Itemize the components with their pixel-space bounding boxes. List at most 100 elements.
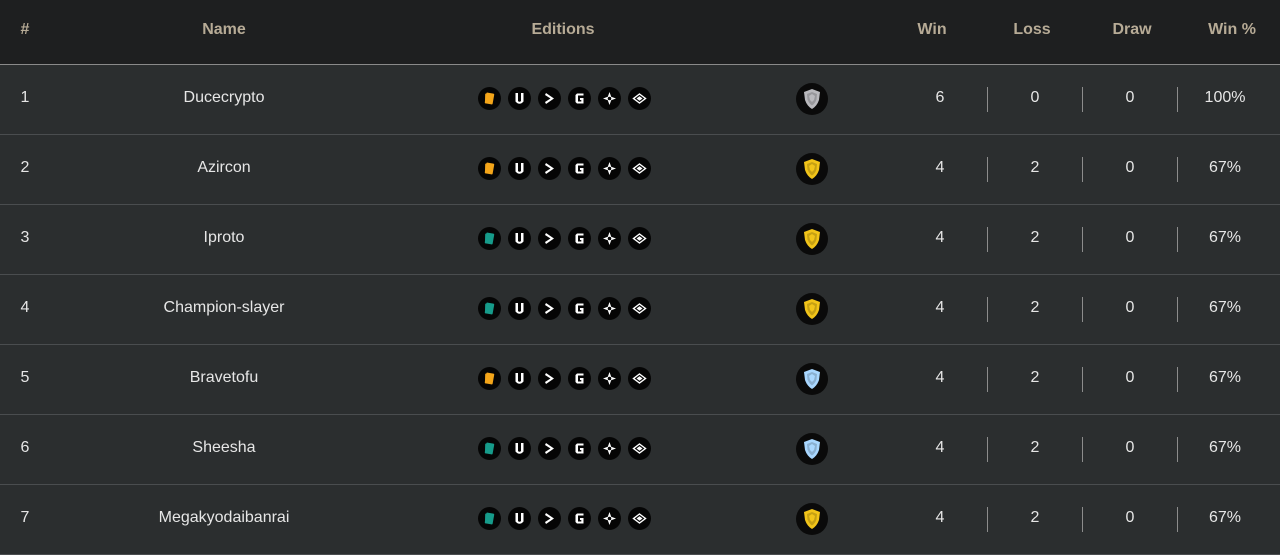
header-loss[interactable]: Loss: [1013, 21, 1050, 39]
loss-count: 0: [1030, 89, 1040, 106]
editions-group: [478, 367, 651, 390]
untamed-icon[interactable]: [508, 87, 531, 110]
deck-icon[interactable]: [478, 437, 501, 460]
untamed-icon[interactable]: [508, 227, 531, 250]
promo-icon[interactable]: [628, 227, 651, 250]
table-row[interactable]: 2 Azircon 4 2 0 67%: [0, 135, 1280, 205]
player-name[interactable]: Ducecrypto: [184, 89, 265, 107]
column-divider: [1177, 437, 1178, 462]
untamed-icon[interactable]: [508, 367, 531, 390]
chaos-icon[interactable]: [538, 87, 561, 110]
untamed-icon[interactable]: [508, 297, 531, 320]
riftwatchers-icon[interactable]: [598, 437, 621, 460]
column-divider: [1177, 87, 1178, 112]
gold-league-icon[interactable]: [796, 153, 828, 185]
promo-icon[interactable]: [628, 367, 651, 390]
column-divider: [1177, 367, 1178, 392]
deck-icon[interactable]: [478, 87, 501, 110]
header-win-pct[interactable]: Win %: [1208, 21, 1256, 39]
untamed-icon[interactable]: [508, 437, 531, 460]
draw-count: 0: [1125, 369, 1135, 386]
draw-count: 0: [1125, 509, 1135, 526]
column-divider: [987, 507, 988, 532]
untamed-icon[interactable]: [508, 157, 531, 180]
editions-group: [478, 157, 651, 180]
gladius-icon[interactable]: [568, 297, 591, 320]
gladius-icon[interactable]: [568, 367, 591, 390]
column-divider: [1177, 297, 1178, 322]
player-name[interactable]: Megakyodaibanrai: [159, 509, 290, 527]
gold-league-icon[interactable]: [796, 223, 828, 255]
loss-count: 2: [1030, 439, 1040, 456]
win-percentage: 67%: [1208, 299, 1242, 316]
chaos-icon[interactable]: [538, 157, 561, 180]
rank-cell: 2: [20, 159, 30, 176]
header-draw[interactable]: Draw: [1112, 21, 1151, 39]
player-name[interactable]: Iproto: [204, 229, 245, 247]
riftwatchers-icon[interactable]: [598, 227, 621, 250]
riftwatchers-icon[interactable]: [598, 507, 621, 530]
chaos-icon[interactable]: [538, 507, 561, 530]
player-name[interactable]: Sheesha: [192, 439, 255, 457]
diamond-league-icon[interactable]: [796, 433, 828, 465]
rank-cell: 5: [20, 369, 30, 386]
header-win[interactable]: Win: [917, 21, 946, 39]
chaos-icon[interactable]: [538, 367, 561, 390]
player-name[interactable]: Azircon: [197, 159, 250, 177]
draw-count: 0: [1125, 89, 1135, 106]
draw-count: 0: [1125, 299, 1135, 316]
untamed-icon[interactable]: [508, 507, 531, 530]
table-row[interactable]: 3 Iproto 4 2 0 67%: [0, 205, 1280, 275]
draw-count: 0: [1125, 439, 1135, 456]
column-divider: [1177, 227, 1178, 252]
header-rank[interactable]: #: [21, 21, 30, 39]
riftwatchers-icon[interactable]: [598, 87, 621, 110]
riftwatchers-icon[interactable]: [598, 157, 621, 180]
deck-icon[interactable]: [478, 507, 501, 530]
rank-cell: 1: [20, 89, 30, 106]
gladius-icon[interactable]: [568, 507, 591, 530]
win-count: 4: [935, 159, 945, 176]
deck-icon[interactable]: [478, 227, 501, 250]
riftwatchers-icon[interactable]: [598, 297, 621, 320]
diamond-league-icon[interactable]: [796, 363, 828, 395]
chaos-icon[interactable]: [538, 297, 561, 320]
gold-league-icon[interactable]: [796, 503, 828, 535]
gladius-icon[interactable]: [568, 227, 591, 250]
player-name[interactable]: Bravetofu: [190, 369, 258, 387]
chaos-icon[interactable]: [538, 437, 561, 460]
player-name[interactable]: Champion-slayer: [164, 299, 285, 317]
deck-icon[interactable]: [478, 157, 501, 180]
table-row[interactable]: 7 Megakyodaibanrai 4 2 0 67%: [0, 485, 1280, 555]
win-percentage: 100%: [1204, 89, 1246, 106]
header-editions[interactable]: Editions: [531, 21, 594, 39]
win-count: 4: [935, 229, 945, 246]
deck-icon[interactable]: [478, 367, 501, 390]
chaos-icon[interactable]: [538, 227, 561, 250]
silver-league-icon[interactable]: [796, 83, 828, 115]
win-count: 4: [935, 439, 945, 456]
header-name[interactable]: Name: [202, 21, 246, 39]
table-row[interactable]: 1 Ducecrypto 6 0 0 100%: [0, 65, 1280, 135]
column-divider: [1177, 157, 1178, 182]
column-divider: [1082, 297, 1083, 322]
gladius-icon[interactable]: [568, 157, 591, 180]
promo-icon[interactable]: [628, 297, 651, 320]
gladius-icon[interactable]: [568, 87, 591, 110]
loss-count: 2: [1030, 509, 1040, 526]
win-percentage: 67%: [1208, 509, 1242, 526]
gold-league-icon[interactable]: [796, 293, 828, 325]
promo-icon[interactable]: [628, 157, 651, 180]
riftwatchers-icon[interactable]: [598, 367, 621, 390]
promo-icon[interactable]: [628, 437, 651, 460]
table-row[interactable]: 4 Champion-slayer 4 2 0 67%: [0, 275, 1280, 345]
table-row[interactable]: 6 Sheesha 4 2 0 67%: [0, 415, 1280, 485]
deck-icon[interactable]: [478, 297, 501, 320]
table-row[interactable]: 5 Bravetofu 4 2 0 67%: [0, 345, 1280, 415]
loss-count: 2: [1030, 159, 1040, 176]
promo-icon[interactable]: [628, 507, 651, 530]
draw-count: 0: [1125, 229, 1135, 246]
promo-icon[interactable]: [628, 87, 651, 110]
column-divider: [1082, 367, 1083, 392]
gladius-icon[interactable]: [568, 437, 591, 460]
